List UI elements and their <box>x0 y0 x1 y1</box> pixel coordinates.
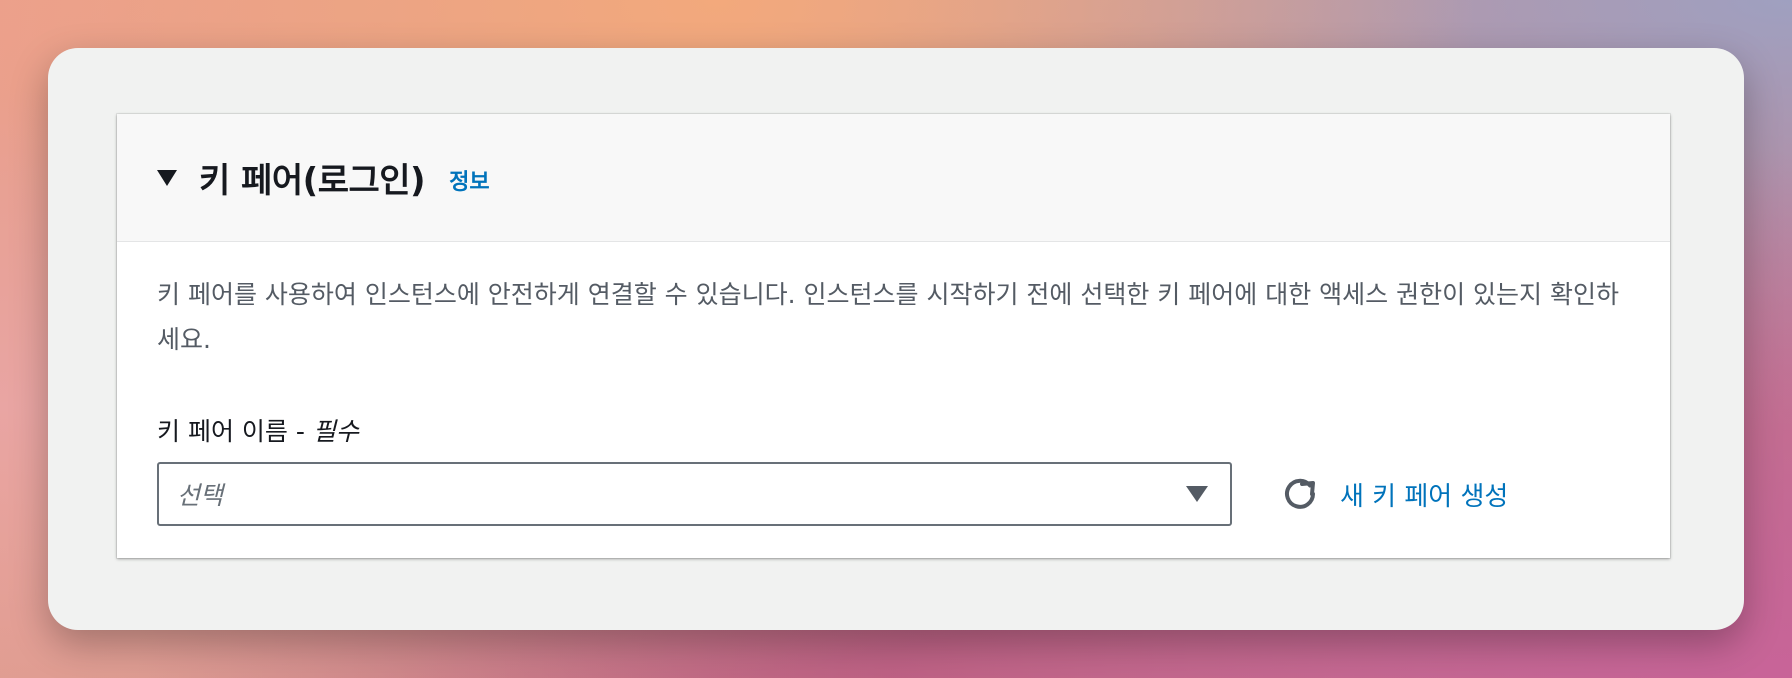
field-label-text: 키 페어 이름 - <box>157 417 313 446</box>
key-pair-panel: 키 페어(로그인) 정보 키 페어를 사용하여 인스턴스에 안전하게 연결할 수… <box>117 114 1670 558</box>
collapse-caret-icon[interactable] <box>157 169 177 186</box>
field-row: 선택 새 키 페어 생성 <box>157 462 1630 526</box>
refresh-button[interactable] <box>1280 474 1320 514</box>
panel-header: 키 페어(로그인) 정보 <box>117 114 1670 242</box>
panel-title: 키 페어(로그인) <box>199 161 426 201</box>
create-key-pair-link[interactable]: 새 키 페어 생성 <box>1340 476 1508 513</box>
panel-body: 키 페어를 사용하여 인스턴스에 안전하게 연결할 수 있습니다. 인스턴스를 … <box>117 242 1670 526</box>
key-pair-name-label: 키 페어 이름 - 필수 <box>157 412 1630 448</box>
section-description: 키 페어를 사용하여 인스턴스에 안전하게 연결할 수 있습니다. 인스턴스를 … <box>157 280 1619 354</box>
info-link[interactable]: 정보 <box>449 164 489 196</box>
refresh-icon <box>1285 478 1315 509</box>
select-placeholder: 선택 <box>177 481 224 510</box>
key-pair-select[interactable]: 선택 <box>157 462 1232 526</box>
dropdown-caret-icon <box>1186 486 1208 502</box>
window: 키 페어(로그인) 정보 키 페어를 사용하여 인스턴스에 안전하게 연결할 수… <box>48 48 1744 630</box>
required-label: 필수 <box>312 417 359 446</box>
